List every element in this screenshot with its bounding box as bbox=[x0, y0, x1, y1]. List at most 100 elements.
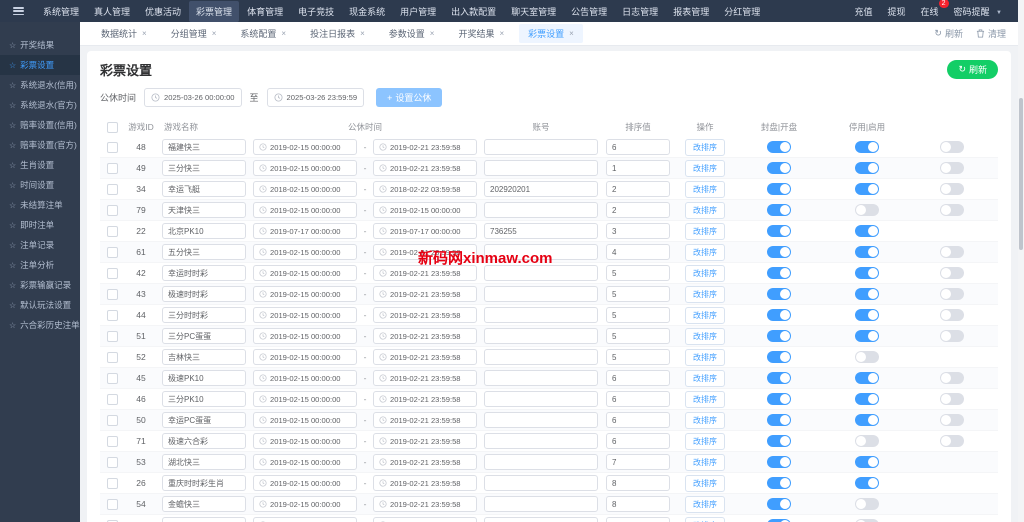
holiday-start-input[interactable]: 2019-02-15 00:00:00 bbox=[253, 370, 357, 386]
holiday-end-input[interactable]: 2019-02-21 23:59:58 bbox=[373, 265, 477, 281]
seal-toggle[interactable] bbox=[767, 393, 791, 405]
page-scrollbar-thumb[interactable] bbox=[1019, 98, 1023, 250]
seal-toggle[interactable] bbox=[767, 498, 791, 510]
change-sort-button[interactable]: 改排序 bbox=[685, 474, 725, 492]
account-input[interactable] bbox=[484, 349, 598, 365]
extra-toggle[interactable] bbox=[940, 330, 964, 342]
row-checkbox[interactable] bbox=[106, 393, 118, 405]
row-checkbox[interactable] bbox=[106, 372, 118, 384]
extra-toggle[interactable] bbox=[940, 372, 964, 384]
sidebar-item[interactable]: ☆ 开奖结果 bbox=[0, 35, 80, 55]
enable-toggle[interactable] bbox=[855, 435, 879, 447]
game-name-input[interactable] bbox=[162, 496, 246, 512]
seal-toggle[interactable] bbox=[767, 435, 791, 447]
tab[interactable]: 开奖结果 × bbox=[449, 24, 513, 43]
seal-toggle[interactable] bbox=[767, 372, 791, 384]
game-name-input[interactable] bbox=[162, 328, 246, 344]
refresh-button[interactable]: ↻ 刷新 bbox=[947, 60, 998, 79]
row-checkbox[interactable] bbox=[106, 246, 118, 258]
account-input[interactable] bbox=[484, 286, 598, 302]
holiday-start-input[interactable]: 2019-02-15 00:00:00 bbox=[253, 412, 357, 428]
row-checkbox[interactable] bbox=[106, 288, 118, 300]
tab[interactable]: 参数设置 × bbox=[380, 24, 444, 43]
sort-input[interactable] bbox=[606, 286, 670, 302]
change-sort-button[interactable]: 改排序 bbox=[685, 495, 725, 513]
holiday-start-input[interactable]: 2019-02-15 00:00:00 bbox=[253, 139, 357, 155]
enable-toggle[interactable] bbox=[855, 309, 879, 321]
seal-toggle[interactable] bbox=[767, 267, 791, 279]
sidebar-item[interactable]: ☆ 赔率设置(官方) bbox=[0, 135, 80, 155]
navbar-menu-item[interactable]: 公告管理 bbox=[564, 1, 614, 22]
change-sort-button[interactable]: 改排序 bbox=[685, 159, 725, 177]
enable-toggle[interactable] bbox=[855, 456, 879, 468]
sort-input[interactable] bbox=[606, 244, 670, 260]
row-checkbox[interactable] bbox=[106, 477, 118, 489]
holiday-end-input[interactable]: 2019-02-21 23:59:58 bbox=[373, 328, 477, 344]
enable-toggle[interactable] bbox=[855, 330, 879, 342]
change-sort-button[interactable]: 改排序 bbox=[685, 180, 725, 198]
sort-input[interactable] bbox=[606, 139, 670, 155]
navbar-menu-item[interactable]: 体育管理 bbox=[240, 1, 290, 22]
tab[interactable]: 数据统计 × bbox=[92, 24, 156, 43]
game-name-input[interactable] bbox=[162, 475, 246, 491]
row-checkbox[interactable] bbox=[106, 330, 118, 342]
sort-input[interactable] bbox=[606, 517, 670, 522]
holiday-start-input[interactable]: 2019-02-15 00:00:00 bbox=[253, 475, 357, 491]
sort-input[interactable] bbox=[606, 307, 670, 323]
holiday-end-input[interactable]: 2019-07-17 00:00:00 bbox=[373, 223, 477, 239]
enable-toggle[interactable] bbox=[855, 393, 879, 405]
account-input[interactable] bbox=[484, 223, 598, 239]
game-name-input[interactable] bbox=[162, 223, 246, 239]
sidebar-item[interactable]: ☆ 默认玩法设置 bbox=[0, 295, 80, 315]
extra-toggle[interactable] bbox=[940, 204, 964, 216]
extra-toggle[interactable] bbox=[940, 288, 964, 300]
game-name-input[interactable] bbox=[162, 370, 246, 386]
row-checkbox[interactable] bbox=[106, 267, 118, 279]
close-icon[interactable]: × bbox=[569, 29, 574, 38]
game-name-input[interactable] bbox=[162, 454, 246, 470]
game-name-input[interactable] bbox=[162, 391, 246, 407]
holiday-end-input[interactable]: 2019-02-21 23:59:58 bbox=[373, 412, 477, 428]
sidebar-item[interactable]: ☆ 时间设置 bbox=[0, 175, 80, 195]
row-checkbox[interactable] bbox=[106, 456, 118, 468]
holiday-end-input[interactable]: 2019-02-21 23:59:58 bbox=[373, 349, 477, 365]
navbar-menu-item[interactable]: 电子竞技 bbox=[291, 1, 341, 22]
account-input[interactable] bbox=[484, 328, 598, 344]
tab[interactable]: 彩票设置 × bbox=[519, 24, 583, 43]
enable-toggle[interactable] bbox=[855, 477, 879, 489]
holiday-start-input[interactable]: 2019-02-15 00:00:00 bbox=[253, 244, 357, 260]
hamburger-icon[interactable] bbox=[13, 7, 24, 15]
seal-toggle[interactable] bbox=[767, 183, 791, 195]
holiday-start-input[interactable]: 2019-07-17 00:00:00 bbox=[253, 223, 357, 239]
sort-input[interactable] bbox=[606, 349, 670, 365]
tabs-clear-button[interactable]: 清理 bbox=[976, 27, 1006, 40]
sidebar-item[interactable]: ☆ 注单记录 bbox=[0, 235, 80, 255]
holiday-start-input[interactable]: 2019-02-15 00:00:00 bbox=[253, 265, 357, 281]
change-sort-button[interactable]: 改排序 bbox=[685, 348, 725, 366]
game-name-input[interactable] bbox=[162, 244, 246, 260]
holiday-start-input[interactable]: 2019-02-15 00:00:00 bbox=[253, 454, 357, 470]
account-input[interactable] bbox=[484, 370, 598, 386]
nav-withdraw-link[interactable]: 提现 bbox=[887, 5, 905, 18]
navbar-menu-item[interactable]: 彩票管理 bbox=[189, 0, 240, 22]
row-checkbox[interactable] bbox=[106, 225, 118, 237]
extra-toggle[interactable] bbox=[940, 246, 964, 258]
tabs-refresh-button[interactable]: ↻ 刷新 bbox=[934, 27, 963, 40]
navbar-menu-item[interactable]: 出入款配置 bbox=[444, 1, 503, 22]
seal-toggle[interactable] bbox=[767, 288, 791, 300]
game-name-input[interactable] bbox=[162, 202, 246, 218]
set-holiday-button[interactable]: + 设置公休 bbox=[376, 88, 443, 107]
holiday-end-input[interactable]: 2019-02-21 23:59:58 bbox=[373, 475, 477, 491]
enable-toggle[interactable] bbox=[855, 288, 879, 300]
change-sort-button[interactable]: 改排序 bbox=[685, 285, 725, 303]
tab[interactable]: 分组管理 × bbox=[162, 24, 226, 43]
close-icon[interactable]: × bbox=[281, 29, 286, 38]
sidebar-item[interactable]: ☆ 系统退水(官方) bbox=[0, 95, 80, 115]
holiday-end-input[interactable]: 2019-02-21 23:59:58 bbox=[373, 454, 477, 470]
holiday-start-input[interactable]: 2018-02-15 00:00:00 bbox=[253, 181, 357, 197]
holiday-end-input[interactable]: 2019-02-21 23:59:58 bbox=[373, 244, 477, 260]
navbar-menu-item[interactable]: 聊天室管理 bbox=[504, 1, 563, 22]
sort-input[interactable] bbox=[606, 160, 670, 176]
sort-input[interactable] bbox=[606, 370, 670, 386]
row-checkbox[interactable] bbox=[106, 204, 118, 216]
